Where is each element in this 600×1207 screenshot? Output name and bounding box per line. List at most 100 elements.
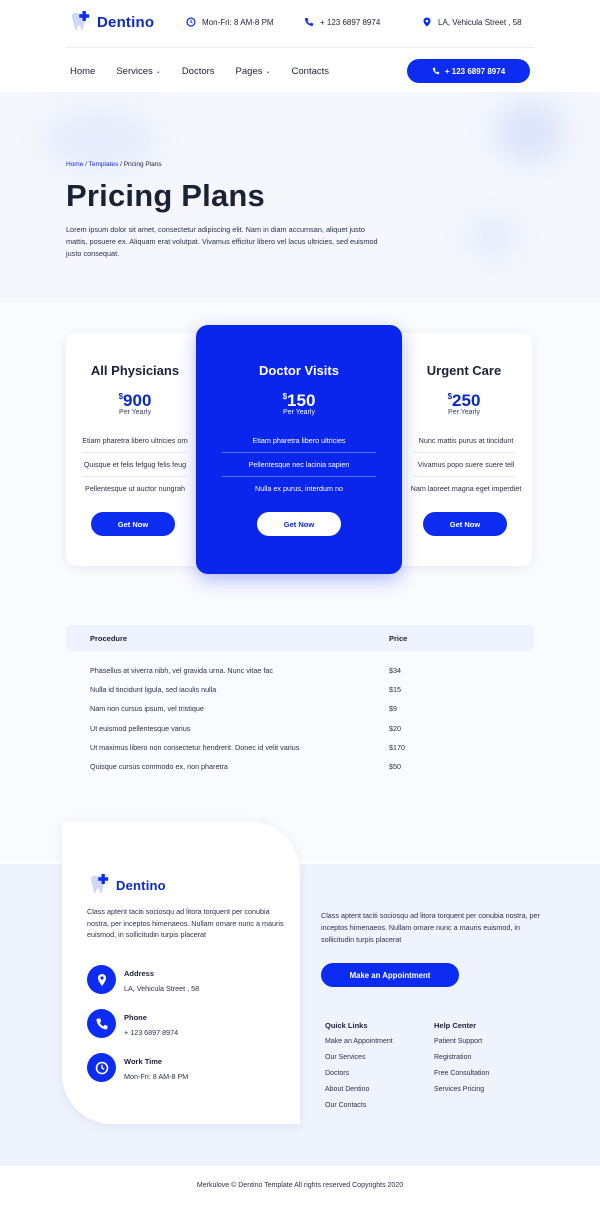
nav-pages[interactable]: Pages ⌄ — [236, 66, 271, 77]
plan-price-value: 900 — [123, 391, 152, 410]
procedure-price: $34 — [389, 666, 401, 675]
contact-title: Phone — [124, 1013, 147, 1022]
procedure-price: $20 — [389, 724, 401, 733]
footer-link[interactable]: Our Services — [325, 1054, 393, 1070]
footer-link[interactable]: About Dentino — [325, 1086, 393, 1102]
top-phone[interactable]: + 123 6897 8974 — [304, 17, 380, 27]
footer-brand-name: Dentino — [116, 877, 166, 893]
get-now-button[interactable]: Get Now — [423, 512, 507, 536]
help-center: Help Center Patient Support Registration… — [434, 1021, 489, 1102]
nav-doctors-label: Doctors — [181, 66, 215, 77]
working-hours-text: Mon-Fri: 8 AM-8 PM — [202, 17, 274, 27]
feature-divider — [222, 452, 376, 453]
page-title: Pricing Plans — [66, 178, 265, 213]
plan-feature: Nam laoreet magna eget imperdiet — [410, 484, 522, 493]
footer-logo[interactable]: Dentino — [87, 873, 166, 897]
plan-period: Per Yearly — [448, 409, 480, 416]
quick-links-title: Quick Links — [325, 1021, 368, 1030]
breadcrumb: Home / Templates / Pricing Plans — [66, 161, 162, 168]
procedure-name: Ut euismod pellentesque varius — [90, 724, 191, 733]
feature-divider — [412, 452, 516, 453]
procedure-name: Phasellus at viverra nibh, vel gravida u… — [90, 666, 273, 675]
get-now-button[interactable]: Get Now — [257, 512, 341, 536]
decor-blob — [470, 217, 515, 257]
contact-work-time: Work Time Mon-Fri: 8 AM-8 PM — [87, 1053, 188, 1082]
nav-pages-label: Pages — [235, 66, 263, 77]
feature-divider — [82, 452, 188, 453]
breadcrumb-templates[interactable]: Templates — [89, 161, 119, 168]
footer-link[interactable]: Doctors — [325, 1070, 393, 1086]
main-nav: Home Services ⌄ Doctors Pages ⌄ Contacts — [70, 66, 329, 77]
procedure-price: $9 — [389, 704, 397, 713]
footer-link[interactable]: Make an Appointment — [325, 1038, 393, 1054]
contact-value: LA, Vehicula Street , 58 — [124, 984, 200, 993]
footer-link[interactable]: Patient Support — [434, 1038, 489, 1054]
footer-link[interactable]: Services Pricing — [434, 1086, 489, 1102]
plan-title: Urgent Care — [426, 363, 502, 378]
brand-name: Dentino — [97, 13, 155, 31]
phone-icon — [432, 67, 440, 75]
breadcrumb-current: Pricing Plans — [123, 161, 162, 168]
pricing-card-urgent-care: Urgent Care $250 Per Yearly Nunc mattis … — [396, 333, 532, 566]
plan-price-value: 250 — [452, 391, 481, 410]
procedure-price: $170 — [389, 743, 405, 752]
chevron-down-icon: ⌄ — [155, 69, 161, 75]
nav-contacts[interactable]: Contacts — [292, 66, 330, 77]
column-price: Price — [389, 634, 408, 643]
footer-link[interactable]: Our Contacts — [325, 1102, 393, 1118]
plan-title: Doctor Visits — [259, 363, 339, 378]
clock-icon — [186, 17, 196, 27]
footer-description-secondary: Class aptent taciti sociosqu ad litora t… — [321, 911, 540, 944]
feature-divider — [82, 476, 188, 477]
plan-feature: Vivamus popo suere suere tell — [417, 460, 515, 469]
breadcrumb-home[interactable]: Home — [66, 161, 83, 168]
top-phone-text: + 123 6897 8974 — [320, 17, 381, 27]
decor-blob — [495, 102, 565, 162]
brand-logo[interactable]: Dentino — [68, 10, 154, 34]
nav-doctors[interactable]: Doctors — [182, 66, 215, 77]
plan-feature: Quisque et felis fefgug felis feug — [83, 460, 187, 469]
pricing-card-doctor-visits: Doctor Visits $150 Per Yearly Etiam phar… — [196, 325, 402, 574]
chevron-down-icon: ⌄ — [265, 69, 271, 75]
plan-feature: Pellentesque ut auctor nungrah — [85, 484, 185, 493]
nav-home[interactable]: Home — [70, 66, 95, 77]
copyright: Merkulove © Dentino Template All rights … — [196, 1182, 404, 1189]
map-pin-icon — [423, 17, 431, 27]
plan-price: $900 — [66, 391, 204, 411]
tooth-logo-icon — [68, 10, 92, 34]
nav-services[interactable]: Services ⌄ — [116, 66, 160, 77]
contact-phone: Phone + 123 6897 8974 — [87, 1009, 178, 1038]
contact-title: Work Time — [124, 1057, 163, 1066]
contact-address: Address LA, Vehicula Street , 58 — [87, 965, 199, 994]
footer-link[interactable]: Registration — [434, 1054, 489, 1070]
tooth-logo-icon — [87, 873, 111, 897]
nav-services-label: Services — [116, 66, 153, 77]
procedure-name: Quisque cursus commodo ex, non pharetra — [90, 762, 228, 771]
contact-value: + 123 6897 8974 — [124, 1028, 179, 1037]
phone-icon — [305, 18, 313, 26]
get-now-button[interactable]: Get Now — [91, 512, 175, 536]
call-button[interactable]: + 123 6897 8974 — [407, 59, 530, 83]
plan-period: Per Yearly — [119, 409, 151, 416]
plan-feature: Nunc mattis purus at tincidunt — [418, 436, 514, 445]
plan-feature: Nulla ex purus, interdum no — [255, 484, 343, 493]
phone-icon — [87, 1009, 116, 1038]
procedure-name: Nam non cursus ipsum, vel tristique — [90, 704, 204, 713]
pricing-card-all-physicians: All Physicians $900 Per Yearly Etiam pha… — [66, 333, 204, 566]
plan-period: Per Yearly — [283, 409, 315, 416]
map-pin-icon — [87, 965, 116, 994]
plan-price-value: 150 — [287, 391, 316, 410]
footer-link[interactable]: Free Consultation — [434, 1070, 489, 1086]
plan-feature: Etiam pharetra libero ultricies — [252, 436, 346, 445]
footer-description: Class aptent taciti sociosqu ad litora t… — [87, 907, 284, 939]
working-hours: Mon-Fri: 8 AM-8 PM — [186, 17, 274, 27]
plan-price: $150 — [196, 391, 402, 411]
nav-contacts-label: Contacts — [291, 66, 330, 77]
plan-price: $250 — [396, 391, 532, 411]
top-address-text: LA, Vehicula Street , 58 — [438, 17, 522, 27]
plan-title: All Physicians — [90, 363, 180, 378]
plan-feature: Pellentesque nec lacinia sapien — [248, 460, 350, 469]
feature-divider — [222, 476, 376, 477]
procedure-name: Ut maximus libero non consectetur hendre… — [90, 743, 300, 752]
make-appointment-button[interactable]: Make an Appointment — [321, 963, 459, 987]
